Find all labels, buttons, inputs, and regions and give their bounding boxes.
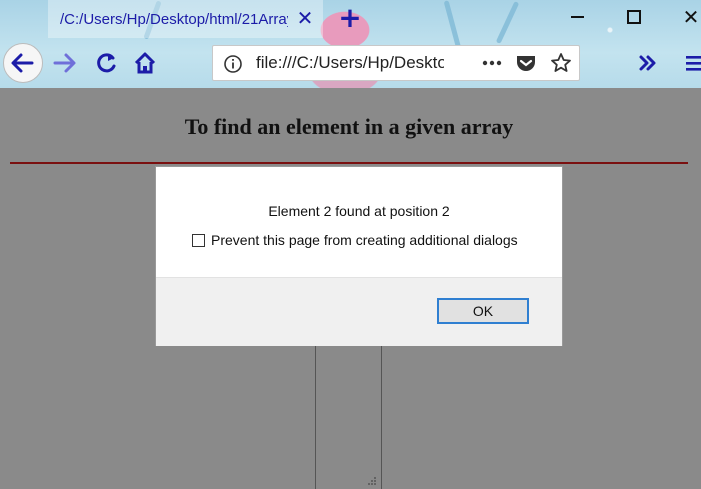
- minimize-window-icon[interactable]: [566, 6, 590, 28]
- page-title: To find an element in a given array: [184, 114, 514, 139]
- pocket-icon[interactable]: [515, 53, 537, 73]
- decorative-tree: [443, 0, 462, 50]
- home-icon[interactable]: [131, 49, 159, 77]
- maximize-window-icon[interactable]: [622, 6, 646, 28]
- heading-divider: [10, 162, 688, 164]
- resize-grip-icon[interactable]: [367, 476, 377, 486]
- dialog-message: Element 2 found at position 2: [268, 203, 450, 219]
- reload-icon[interactable]: [92, 49, 120, 77]
- hamburger-menu-icon[interactable]: [682, 49, 701, 77]
- more-actions-icon[interactable]: [481, 56, 503, 70]
- back-arrow-icon: [11, 53, 34, 73]
- ok-button[interactable]: OK: [437, 298, 529, 324]
- dialog-footer: OK: [156, 277, 562, 346]
- textarea-border-left: [315, 346, 316, 489]
- browser-toolbar: /C:/Users/Hp/Desktop/html/21Array ✕ + ✕ …: [0, 0, 701, 88]
- url-text[interactable]: file:///C:/Users/Hp/Desktop/html/21Array: [256, 53, 444, 73]
- new-tab-icon[interactable]: +: [338, 4, 362, 32]
- info-icon[interactable]: [223, 54, 243, 74]
- prevent-dialogs-label[interactable]: Prevent this page from creating addition…: [211, 232, 518, 248]
- textarea-border-right: [381, 346, 382, 489]
- forward-arrow-icon[interactable]: [51, 49, 79, 77]
- close-window-icon[interactable]: ✕: [679, 6, 701, 28]
- tab-title: /C:/Users/Hp/Desktop/html/21Array: [60, 10, 288, 28]
- browser-tab[interactable]: /C:/Users/Hp/Desktop/html/21Array ✕: [48, 0, 323, 38]
- prevent-dialogs-option[interactable]: Prevent this page from creating addition…: [192, 232, 518, 248]
- address-bar[interactable]: file:///C:/Users/Hp/Desktop/html/21Array: [212, 45, 580, 81]
- star-bookmark-icon[interactable]: [550, 52, 572, 74]
- chevron-double-right-icon[interactable]: [634, 49, 662, 77]
- back-button[interactable]: [3, 43, 43, 83]
- alert-dialog: Element 2 found at position 2 Prevent th…: [155, 166, 563, 346]
- prevent-dialogs-checkbox[interactable]: [192, 233, 205, 247]
- decorative-tree: [495, 1, 520, 44]
- close-tab-icon[interactable]: ✕: [295, 8, 315, 28]
